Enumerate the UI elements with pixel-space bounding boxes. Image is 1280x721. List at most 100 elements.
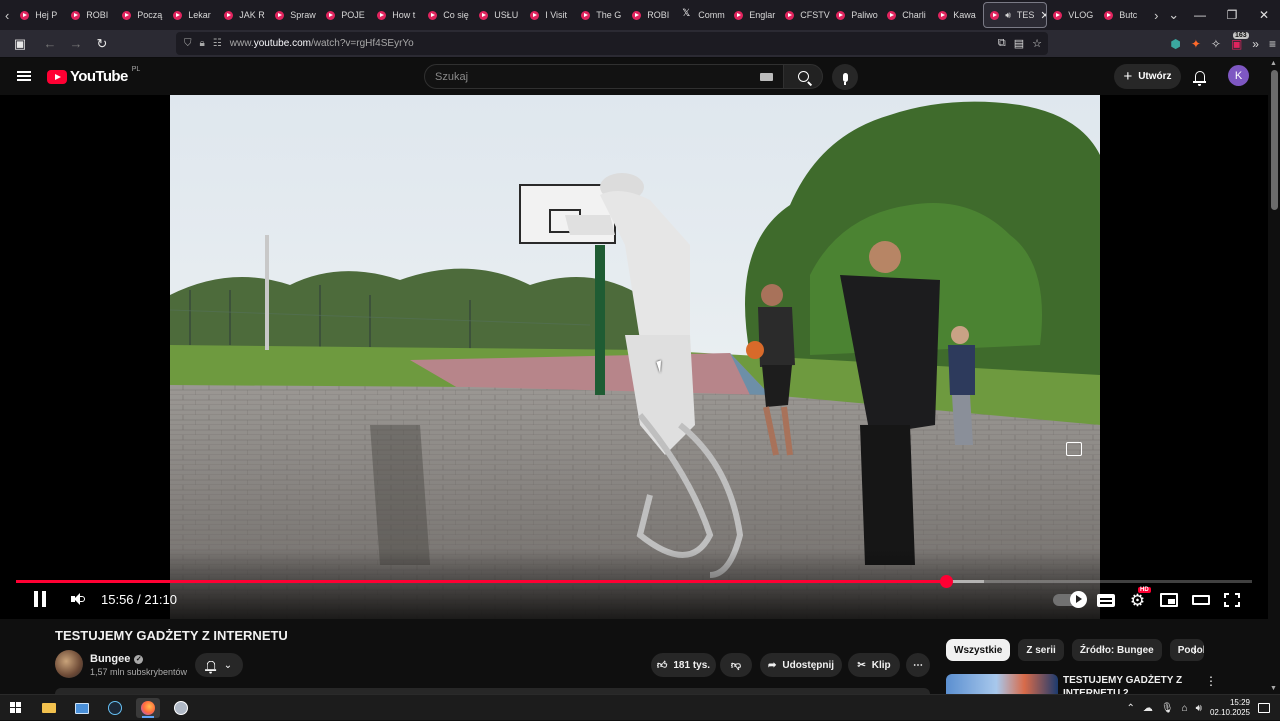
filter-chip[interactable]: Źródło: Bungee (1072, 639, 1162, 661)
browser-tab[interactable]: Począ (116, 2, 167, 28)
back-icon[interactable]: ← (38, 32, 62, 56)
volume-icon[interactable] (70, 592, 86, 606)
taskbar-app-button[interactable] (169, 698, 193, 718)
scroll-down-arrow-icon[interactable]: ▼ (1270, 685, 1277, 692)
microphone-tray-icon[interactable]: 🎙︎ (1161, 703, 1174, 714)
subscription-bell-button[interactable]: ⌄ (195, 653, 243, 677)
scrollbar-thumb[interactable] (1271, 70, 1278, 210)
browser-tab[interactable]: JAK R (218, 2, 269, 28)
miniplayer-icon[interactable] (1160, 593, 1178, 607)
filter-chip[interactable]: Wszystkie (946, 639, 1010, 661)
this-pc-button[interactable] (70, 698, 94, 718)
account-avatar[interactable]: K (1228, 65, 1249, 86)
search-button[interactable] (783, 64, 823, 89)
like-button[interactable]: 👍︎ 181 tys. (651, 653, 716, 677)
browser-tab[interactable]: The G (575, 2, 626, 28)
fox-extension-icon[interactable]: ✦ (1191, 37, 1201, 51)
browser-tab[interactable]: Englar (728, 2, 779, 28)
search-input[interactable]: Szukaj (424, 64, 784, 89)
tray-overflow-chevron-icon[interactable]: ⌃ (1127, 703, 1135, 714)
windows-start-icon[interactable] (10, 702, 21, 713)
restore-icon[interactable]: ❐ (1216, 8, 1248, 22)
browser-tab[interactable]: ROBI (626, 2, 677, 28)
overflow-chevron-icon[interactable]: » (1252, 37, 1259, 51)
fullscreen-icon[interactable] (1224, 593, 1240, 607)
forward-icon[interactable]: → (64, 32, 88, 56)
settings-gear-icon[interactable]: ⚙HD (1129, 592, 1146, 609)
recommended-menu-icon[interactable]: ⋮ (1205, 674, 1217, 688)
browser-tab[interactable]: I Visit (524, 2, 575, 28)
scroll-up-arrow-icon[interactable]: ▲ (1270, 60, 1277, 67)
page-scrollbar[interactable]: ▲ ▼ (1268, 58, 1280, 694)
tab-audio-icon[interactable]: 🔊︎ (1005, 10, 1011, 21)
notification-center-icon[interactable] (1258, 703, 1270, 713)
tab-close-icon[interactable]: ✕ (1040, 9, 1047, 22)
more-actions-button[interactable]: ⋯ (906, 653, 930, 677)
browser-tab[interactable]: How t (371, 2, 422, 28)
network-icon[interactable]: ⌂ (1182, 703, 1188, 714)
guide-menu-icon[interactable] (17, 71, 31, 81)
share-button[interactable]: ➦ Udostępnij (760, 653, 842, 677)
permissions-icon[interactable]: ☷ (213, 38, 222, 49)
clock[interactable]: 15:29 02.10.2025 (1210, 698, 1250, 718)
theater-mode-icon[interactable] (1192, 595, 1210, 605)
onedrive-cloud-icon[interactable]: ☁ (1143, 703, 1153, 714)
autoplay-toggle[interactable] (1053, 594, 1083, 606)
subtitles-icon[interactable] (1097, 594, 1115, 607)
file-explorer-button[interactable] (37, 698, 61, 718)
voice-search-button[interactable] (832, 64, 858, 90)
steam-button[interactable] (103, 698, 127, 718)
recommended-title[interactable]: TESTUJEMY GADŻETY Z INTERNETU 2 (1063, 674, 1193, 694)
url-text[interactable]: www.youtube.com/watch?v=rgHf4SEyrYo (230, 38, 414, 49)
browser-tab[interactable]: Comm (677, 2, 728, 28)
shield-icon[interactable]: ⛉ (184, 38, 192, 49)
minimize-icon[interactable]: — (1184, 8, 1216, 22)
progress-bar[interactable] (16, 580, 1252, 583)
create-button[interactable]: + Utwórz (1114, 64, 1181, 89)
browser-tab[interactable]: Lekar (167, 2, 218, 28)
browser-tab[interactable]: USŁU (473, 2, 524, 28)
browser-tab[interactable]: ROBI (65, 2, 116, 28)
browser-tab[interactable]: Co się (422, 2, 473, 28)
browser-tab[interactable]: CFSTV (779, 2, 830, 28)
browser-tab[interactable]: Charli (881, 2, 932, 28)
channel-name-text[interactable]: Bungee (90, 653, 130, 665)
browser-tab[interactable]: Paliwo (830, 2, 881, 28)
clip-button[interactable]: ✂ Klip (848, 653, 900, 677)
channel-name[interactable]: Bungee ✓ (90, 653, 143, 665)
tab-list-menu-icon[interactable]: ⌄ (1163, 0, 1184, 30)
browser-tab[interactable]: Kawa (932, 2, 983, 28)
youtube-logo[interactable]: YouTube PL (47, 68, 140, 85)
overlay-button-icon[interactable] (1066, 442, 1082, 456)
browser-tab[interactable]: VLOG (1047, 2, 1098, 28)
browser-tab[interactable]: POJE (320, 2, 371, 28)
recommended-thumbnail[interactable] (946, 674, 1058, 694)
lock-icon[interactable]: 🔒︎ (200, 38, 205, 49)
address-bar[interactable]: ⛉ 🔒︎ ☷ www.youtube.com/watch?v=rgHf4SEyr… (176, 32, 1048, 55)
pause-icon[interactable] (32, 591, 48, 607)
app-menu-icon[interactable]: ≡ (1269, 37, 1276, 51)
video-player[interactable]: 15:56 / 21:10 ⚙HD (0, 95, 1268, 619)
notifications-button[interactable] (1190, 66, 1210, 86)
browser-tab[interactable]: 🔊︎TES✕ (983, 2, 1047, 28)
filter-chip[interactable]: Podobne (1170, 639, 1204, 661)
badge-extension-icon[interactable]: ▣163 (1231, 37, 1242, 51)
channel-avatar[interactable] (55, 650, 83, 678)
filter-chip[interactable]: Z serii (1018, 639, 1063, 661)
vpn-extension-icon[interactable]: ⬢ (1170, 37, 1180, 51)
firefox-button[interactable] (136, 698, 160, 718)
browser-tab[interactable]: Spraw (269, 2, 320, 28)
reload-icon[interactable]: ↻ (90, 32, 114, 56)
tab-scroll-right-icon[interactable]: › (1149, 0, 1163, 30)
reader-view-icon[interactable]: ▤ (1014, 37, 1024, 50)
video-frame[interactable] (170, 95, 1100, 619)
picture-in-picture-icon[interactable]: ⧉ (998, 37, 1006, 50)
browser-tab[interactable]: Butc (1098, 2, 1149, 28)
keyboard-icon[interactable] (760, 73, 773, 81)
dislike-button[interactable]: 👎︎ (720, 653, 752, 677)
browser-tab[interactable]: Hej P (14, 2, 65, 28)
sidebar-toggle-icon[interactable]: ▣ (8, 32, 32, 56)
speaker-tray-icon[interactable]: 🔊︎ (1196, 703, 1202, 714)
tab-scroll-left-icon[interactable]: ‹ (0, 0, 14, 30)
close-window-icon[interactable]: ✕ (1248, 8, 1280, 22)
